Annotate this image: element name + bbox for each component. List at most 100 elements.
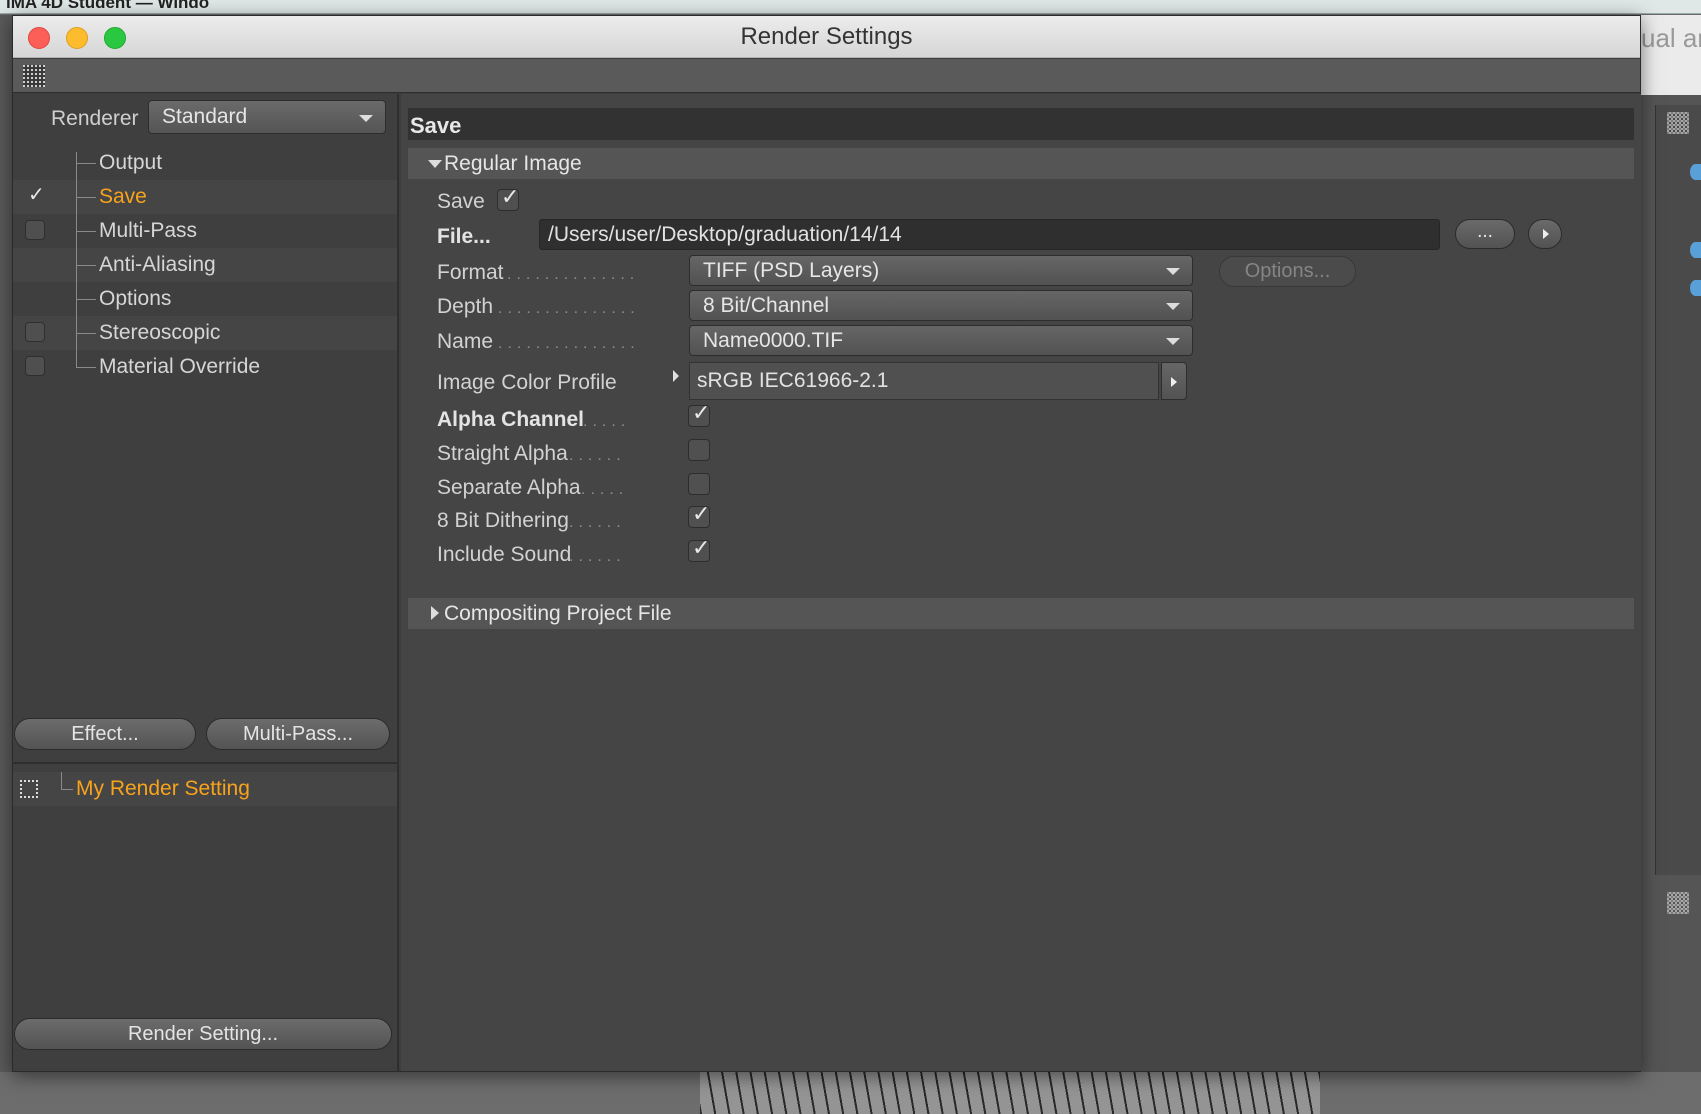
grip-icon[interactable]: [23, 65, 45, 87]
tree-item-label: Output: [99, 151, 163, 174]
attributes-panel: Save Regular Image Save ✓ File... /Users…: [401, 94, 1641, 1071]
tree-item-material-override[interactable]: Material Override: [13, 350, 397, 384]
name-select[interactable]: Name0000.TIF: [689, 325, 1193, 356]
leader-dots: ..............: [507, 266, 640, 283]
alpha-channel-label: Alpha Channel: [437, 408, 585, 431]
group-regular-image[interactable]: Regular Image: [408, 148, 1634, 179]
toolbar: [13, 59, 1640, 93]
tree-item-checkbox[interactable]: [25, 356, 45, 376]
depth-value: 8 Bit/Channel: [703, 294, 830, 317]
triangle-right-icon: [431, 606, 439, 620]
tree-item-label: Stereoscopic: [99, 321, 221, 344]
tree-item-checkbox[interactable]: [25, 322, 45, 342]
tree-item-multi-pass[interactable]: Multi-Pass: [13, 214, 397, 248]
leader-dots: .....: [581, 481, 629, 498]
render-setting-button[interactable]: Render Setting...: [14, 1018, 392, 1050]
dithering-checkbox[interactable]: ✓: [688, 502, 710, 528]
effect-button[interactable]: Effect...: [14, 718, 196, 750]
color-profile-field[interactable]: sRGB IEC61966-2.1: [689, 362, 1159, 400]
file-path-input[interactable]: /Users/user/Desktop/graduation/14/14: [539, 219, 1440, 250]
checkmark-icon: ✓: [28, 182, 45, 206]
preset-icon[interactable]: [20, 780, 38, 798]
format-value: TIFF (PSD Layers): [703, 259, 880, 282]
group-compositing-project-file[interactable]: Compositing Project File: [408, 598, 1634, 629]
options-button[interactable]: Options...: [1219, 256, 1356, 287]
tree-item-output[interactable]: Output: [13, 146, 397, 180]
object-manager-panel: [1655, 105, 1701, 875]
render-settings-window: Render Settings Renderer Standard Output…: [12, 15, 1641, 1072]
divider: [13, 762, 397, 764]
settings-tree: Output ✓ Save Multi-Pass Anti-Aliasing O…: [13, 146, 397, 384]
renderer-select[interactable]: Standard: [148, 100, 386, 134]
tree-item-label: Options: [99, 287, 172, 310]
file-label[interactable]: File...: [437, 225, 491, 249]
leader-dots: ......: [569, 548, 626, 565]
chevron-down-icon: [1166, 338, 1180, 345]
title-bar[interactable]: Render Settings: [13, 16, 1640, 58]
menu-bar: ıMA 4D Student — Windo: [0, 0, 1701, 14]
leader-dots: .....: [583, 413, 631, 430]
include-sound-label: Include Sound: [437, 543, 572, 566]
background-title-fragment: ual ar: [1641, 23, 1701, 53]
leader-dots: ...............: [498, 335, 640, 352]
save-checkbox[interactable]: ✓: [497, 185, 519, 211]
depth-label: Depth: [437, 295, 494, 318]
tree-item-save[interactable]: ✓ Save: [13, 180, 397, 214]
tree-item-label: Anti-Aliasing: [99, 253, 216, 276]
chevron-down-icon: [1166, 268, 1180, 275]
separate-alpha-checkbox[interactable]: [688, 473, 710, 495]
tree-item-stereoscopic[interactable]: Stereoscopic: [13, 316, 397, 350]
multi-pass-button[interactable]: Multi-Pass...: [206, 718, 390, 750]
object-node-icon[interactable]: [1690, 242, 1701, 258]
chevron-down-icon: [1166, 303, 1180, 310]
straight-alpha-label: Straight Alpha: [437, 442, 568, 465]
file-path-value: /Users/user/Desktop/graduation/14/14: [548, 223, 902, 246]
straight-alpha-checkbox[interactable]: [688, 439, 710, 461]
format-select[interactable]: TIFF (PSD Layers): [689, 255, 1193, 286]
render-setting-item[interactable]: My Render Setting: [13, 772, 397, 806]
section-title: Save: [408, 108, 1634, 140]
tree-item-anti-aliasing[interactable]: Anti-Aliasing: [13, 248, 397, 282]
tree-item-label: Save: [99, 185, 147, 208]
checkmark-icon: ✓: [692, 401, 711, 426]
color-profile-label: Image Color Profile: [437, 371, 617, 394]
tree-item-options[interactable]: Options: [13, 282, 397, 316]
checkmark-icon: ✓: [692, 502, 711, 527]
mesh-wireframe: [700, 1072, 1320, 1114]
leader-dots: ...............: [498, 300, 640, 317]
alpha-channel-checkbox[interactable]: ✓: [688, 401, 710, 427]
group-title: Compositing Project File: [444, 602, 672, 625]
tree-item-checkbox[interactable]: [25, 220, 45, 240]
object-node-icon[interactable]: [1690, 164, 1701, 180]
triangle-down-icon: [428, 160, 442, 168]
color-profile-menu-button[interactable]: [1161, 362, 1187, 400]
render-setting-name: My Render Setting: [76, 777, 250, 800]
chevron-down-icon: [359, 115, 373, 122]
browse-button[interactable]: ...: [1455, 219, 1515, 249]
menu-bar-title: ıMA 4D Student — Windo: [6, 0, 210, 12]
tree-item-checkbox[interactable]: ✓: [25, 182, 45, 206]
name-value: Name0000.TIF: [703, 329, 844, 352]
grip-icon[interactable]: [1667, 892, 1689, 914]
leader-dots: ......: [569, 514, 626, 531]
color-profile-value: sRGB IEC61966-2.1: [697, 369, 889, 392]
arrow-right-icon: [1171, 377, 1177, 387]
group-title: Regular Image: [444, 152, 582, 175]
checkmark-icon: ✓: [501, 185, 520, 210]
viewport-preview: [0, 1072, 1701, 1114]
background-window-title: ual ar: [1641, 15, 1701, 95]
renderer-value: Standard: [162, 105, 248, 128]
background-left-strip: [0, 15, 12, 1114]
save-label: Save: [437, 190, 485, 213]
object-node-icon[interactable]: [1690, 280, 1701, 296]
include-sound-checkbox[interactable]: ✓: [688, 536, 710, 562]
window-title: Render Settings: [740, 23, 913, 50]
grip-icon[interactable]: [1667, 112, 1689, 134]
depth-select[interactable]: 8 Bit/Channel: [689, 290, 1193, 321]
format-label: Format: [437, 261, 504, 284]
tree-item-label: Multi-Pass: [99, 219, 198, 242]
tree-item-label: Material Override: [99, 355, 261, 378]
triangle-right-icon[interactable]: [673, 370, 679, 382]
file-menu-button[interactable]: [1528, 219, 1562, 249]
dithering-label: 8 Bit Dithering: [437, 509, 569, 532]
